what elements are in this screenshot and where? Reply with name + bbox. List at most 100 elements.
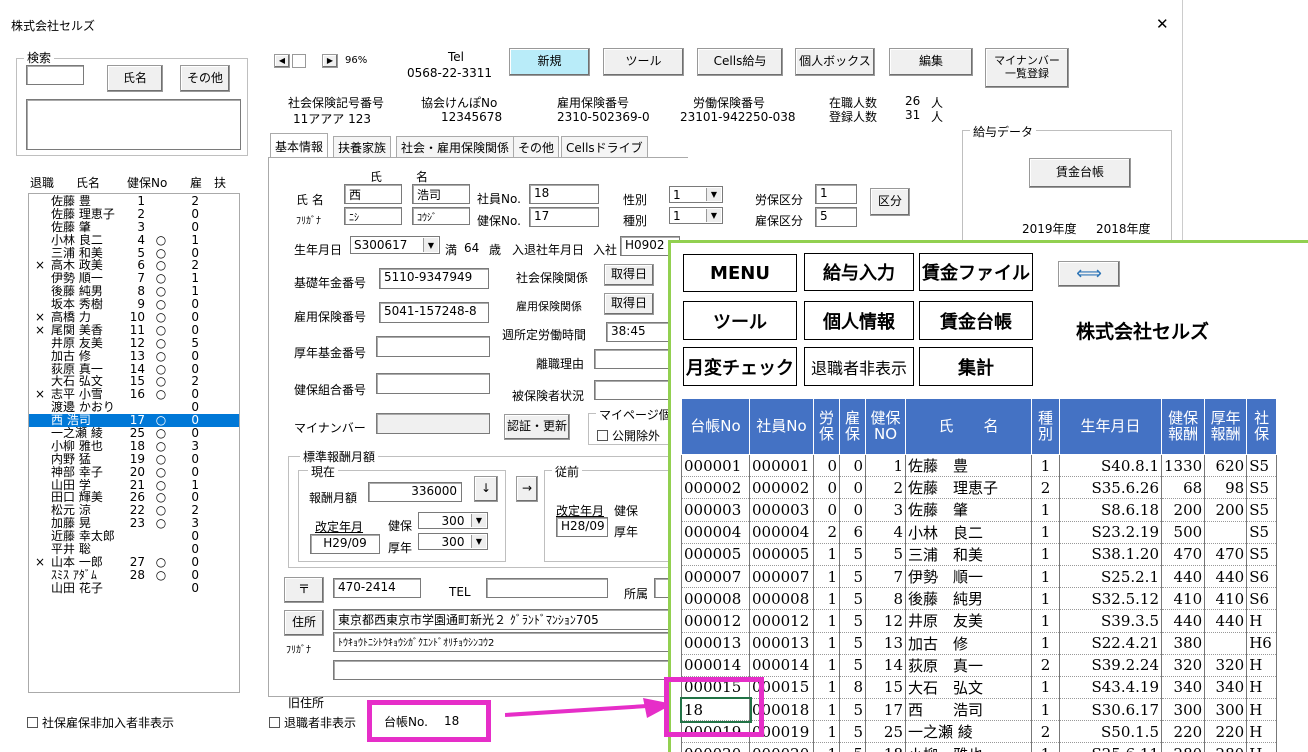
- table-cell[interactable]: 200: [1160, 498, 1206, 522]
- table-cell[interactable]: 2: [1031, 653, 1060, 677]
- table-cell[interactable]: 後藤 純男: [905, 587, 1032, 611]
- table-cell[interactable]: 000013: [749, 631, 814, 655]
- table-cell[interactable]: 200: [1204, 498, 1248, 522]
- monthly-check-button[interactable]: 月変チェック: [683, 347, 797, 386]
- list-item[interactable]: × 志平 小雪 16 ○ 0: [29, 388, 239, 401]
- table-cell[interactable]: 0: [839, 476, 866, 500]
- table-cell[interactable]: S30.6.17: [1059, 698, 1162, 722]
- table-cell[interactable]: 1: [813, 542, 840, 566]
- table-cell[interactable]: 000014: [681, 653, 750, 677]
- list-item[interactable]: × 尾関 美香 11 ○ 0: [29, 324, 239, 337]
- table-cell[interactable]: H: [1246, 698, 1278, 722]
- zip-button[interactable]: 〒: [284, 577, 324, 603]
- sex-select[interactable]: 1 ▼: [669, 186, 723, 203]
- table-cell[interactable]: 470: [1204, 542, 1248, 566]
- prev-revise-input[interactable]: H28/09: [556, 517, 608, 537]
- table-cell[interactable]: 000003: [681, 498, 750, 522]
- table-cell[interactable]: 17: [865, 698, 906, 722]
- table-cell[interactable]: 1: [1031, 542, 1060, 566]
- list-item[interactable]: 山田 花子 0: [29, 582, 239, 595]
- table-cell[interactable]: 5: [839, 720, 866, 744]
- table-cell[interactable]: 5: [839, 653, 866, 677]
- employee-list[interactable]: 佐藤 豊 1 2 佐藤 理恵子 2 0 佐藤 肇 3 0 小林 良二 4 ○ 1 三浦 和美 5 ○ 0 × 高木 …: [28, 193, 240, 693]
- table-cell[interactable]: S39.2.24: [1059, 653, 1162, 677]
- list-item[interactable]: × 山本 一郎 27 ○ 0: [29, 556, 239, 569]
- hide-retired-sheet-button[interactable]: 退職者非表示: [804, 347, 914, 386]
- table-row[interactable]: 000008 000008 1 5 8 後藤 純男 1 S32.5.12 410 410 S6: [681, 587, 1278, 611]
- tab-other[interactable]: その他: [513, 136, 560, 158]
- table-cell[interactable]: 15: [865, 675, 906, 700]
- table-cell[interactable]: 加古 修: [905, 631, 1032, 655]
- table-cell[interactable]: S23.2.19: [1059, 520, 1162, 544]
- weekly-hours-input[interactable]: 38:45: [606, 322, 670, 342]
- birth-select[interactable]: S300617 ▼: [350, 236, 440, 254]
- list-item[interactable]: 井原 友美 12 ○ 5: [29, 337, 239, 350]
- table-cell[interactable]: 大石 弘文: [905, 675, 1032, 700]
- table-cell[interactable]: 5: [839, 742, 866, 752]
- list-item[interactable]: 三浦 和美 5 ○ 0: [29, 247, 239, 260]
- table-cell[interactable]: 井原 友美: [905, 609, 1032, 633]
- insured-status-input[interactable]: [594, 380, 674, 400]
- list-item[interactable]: 荻原 真一 14 ○ 0: [29, 363, 239, 376]
- monthly-input[interactable]: 336000: [368, 482, 462, 502]
- table-cell[interactable]: 000008: [681, 587, 750, 611]
- kana-sei-input[interactable]: ﾆｼ: [344, 207, 402, 225]
- kenpo-no-input[interactable]: 17: [529, 207, 599, 227]
- table-cell[interactable]: 500: [1160, 520, 1206, 544]
- table-cell[interactable]: 1: [813, 609, 840, 633]
- table-cell[interactable]: 000012: [681, 609, 750, 633]
- list-item[interactable]: 佐藤 理恵子 2 0: [29, 208, 239, 221]
- kenpo-grade-select[interactable]: 300 ▼: [418, 512, 488, 529]
- table-cell[interactable]: 3: [865, 498, 906, 522]
- table-cell[interactable]: 000001: [749, 453, 814, 478]
- koyo-kubun-input[interactable]: 5: [815, 207, 857, 227]
- list-item[interactable]: 神部 幸子 20 ○ 0: [29, 466, 239, 479]
- public-exclude-checkbox[interactable]: 公開除外: [597, 427, 660, 444]
- tab-cells-drive[interactable]: Cellsドライブ: [561, 136, 648, 158]
- table-cell[interactable]: 1: [1031, 587, 1060, 611]
- table-cell[interactable]: 1: [1031, 564, 1060, 589]
- list-item[interactable]: 大石 弘文 15 ○ 2: [29, 375, 239, 388]
- table-cell[interactable]: 220: [1160, 720, 1206, 744]
- table-cell[interactable]: 0: [813, 498, 840, 522]
- table-cell[interactable]: 000001: [681, 453, 750, 478]
- list-item[interactable]: 渡邊 かおり 0: [29, 401, 239, 414]
- table-cell[interactable]: S5: [1246, 453, 1278, 478]
- table-row[interactable]: 000019 000019 1 5 25 一之瀬 綾 2 S50.1.5 220 220 H: [681, 720, 1278, 744]
- kounen-grade-select[interactable]: 300 ▼: [418, 533, 488, 550]
- table-cell[interactable]: 000005: [681, 542, 750, 566]
- menu-button[interactable]: MENU: [683, 254, 797, 292]
- table-cell[interactable]: S22.4.21: [1059, 631, 1162, 655]
- table-cell[interactable]: 1: [813, 742, 840, 752]
- personal-box-button[interactable]: 個人ボックス: [795, 48, 875, 76]
- list-item[interactable]: 山田 学 21 ○ 1: [29, 479, 239, 492]
- table-cell[interactable]: S5: [1246, 476, 1278, 500]
- type-select[interactable]: 1 ▼: [669, 207, 723, 224]
- table-cell[interactable]: 000007: [749, 564, 814, 589]
- table-cell[interactable]: H: [1246, 653, 1278, 677]
- mynumber-list-button[interactable]: マイナンバー 一覧登録: [985, 48, 1069, 88]
- table-cell[interactable]: 0: [839, 453, 866, 478]
- table-cell[interactable]: 1: [813, 587, 840, 611]
- table-cell[interactable]: S40.8.1: [1059, 453, 1162, 478]
- table-cell[interactable]: 1: [813, 698, 840, 722]
- table-cell[interactable]: 300: [1160, 698, 1206, 722]
- address-kana-input[interactable]: ﾄｳｷｮｳﾄﾆｼﾄｳｷｮｳｼｶﾞｸｴﾝﾄﾞｵﾘﾁｮｳｼﾝｺｳ2: [333, 632, 678, 652]
- salary-input-button[interactable]: 給与入力: [804, 253, 914, 291]
- table-cell[interactable]: 1: [813, 653, 840, 677]
- table-cell[interactable]: 1: [1031, 742, 1060, 752]
- table-cell[interactable]: H: [1246, 609, 1278, 633]
- table-cell[interactable]: S32.5.12: [1059, 587, 1162, 611]
- list-item[interactable]: 松元 涼 22 ○ 2: [29, 504, 239, 517]
- leave-reason-input[interactable]: [594, 349, 674, 369]
- table-cell[interactable]: 18: [865, 742, 906, 752]
- table-cell[interactable]: 000002: [681, 476, 750, 500]
- table-cell[interactable]: 5: [839, 564, 866, 589]
- table-cell[interactable]: 14: [865, 653, 906, 677]
- table-cell[interactable]: 佐藤 理恵子: [905, 476, 1032, 500]
- table-cell[interactable]: 8: [865, 587, 906, 611]
- mei-input[interactable]: 浩司: [412, 184, 470, 204]
- table-cell[interactable]: 1: [813, 675, 840, 700]
- list-item[interactable]: × 高橋 力 10 ○ 0: [29, 311, 239, 324]
- table-cell[interactable]: 0: [813, 476, 840, 500]
